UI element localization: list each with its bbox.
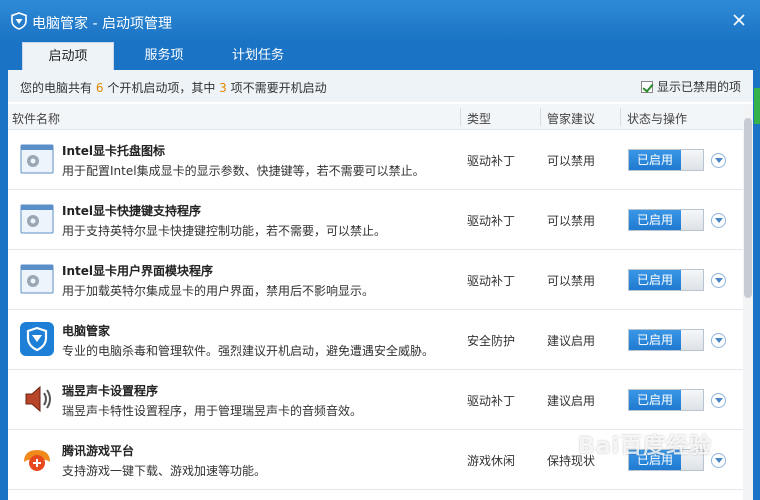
column-advice: 管家建议 [547,112,596,126]
item-name: 电脑管家 [62,324,111,338]
window-title: 电脑管家 - 启动项管理 [32,16,172,32]
app-window: 电脑管家 - 启动项管理 启动项 服务项 计划任务 您的电脑共有 6 个开机启动… [0,0,760,500]
status-label: 已启用 [629,150,681,170]
status-toggle[interactable]: 已启用 [628,329,704,351]
window-edge [753,70,760,500]
list-item[interactable]: Intel显卡用户界面模块程序 用于加载英特尔集成显卡的用户界面，禁用后不影响显… [8,250,743,310]
item-type: 驱动补丁 [467,154,516,168]
vertical-scrollbar[interactable] [743,104,753,500]
item-description: 用于支持英特尔显卡快捷键控制功能，若不需要，可以禁止。 [62,224,387,238]
game-platform-icon [24,450,50,471]
column-divider [540,108,541,126]
chevron-down-icon[interactable] [711,273,726,288]
status-label: 已启用 [629,270,681,290]
tab-services[interactable]: 服务项 [118,42,210,70]
summary-text: 您的电脑共有 6 个开机启动项，其中 3 项不需要开机启动 [20,79,327,96]
item-type: 安全防护 [467,334,516,348]
item-advice: 建议启用 [547,394,596,408]
column-divider [620,108,621,126]
item-name: 腾讯游戏平台 [62,444,135,458]
chevron-down-icon[interactable] [711,213,726,228]
shield-logo-icon [20,322,54,356]
status-toggle[interactable]: 已启用 [628,149,704,171]
status-label: 已启用 [629,330,681,350]
status-toggle[interactable]: 已启用 [628,209,704,231]
tab-bar: 启动项 服务项 计划任务 [0,42,760,70]
column-status: 状态与操作 [627,112,688,126]
chevron-down-icon[interactable] [711,333,726,348]
status-label: 已启用 [629,390,681,410]
list-item[interactable]: 瑞昱声卡设置程序 瑞昱声卡特性设置程序，用于管理瑞昱声卡的音频音效。 驱动补丁 … [8,370,743,430]
list-item[interactable]: Intel显卡托盘图标 用于配置Intel集成显卡的显示参数、快捷键等，若不需要… [8,130,743,190]
item-name: Intel显卡用户界面模块程序 [62,264,213,278]
watermark-url: jingyan.baidu.com [600,470,693,481]
summary-mid: 个开机启动项，其中 [107,81,216,95]
status-toggle[interactable]: 已启用 [628,269,704,291]
title-bar: 电脑管家 - 启动项管理 [0,0,760,42]
list-item[interactable]: Intel显卡快捷键支持程序 用于支持英特尔显卡快捷键控制功能，若不需要，可以禁… [8,190,743,250]
item-type: 驱动补丁 [467,394,516,408]
column-name: 软件名称 [12,112,61,126]
watermark: Bai百度经验 [578,434,713,459]
item-name: Intel显卡托盘图标 [62,144,165,158]
show-disabled-checkbox[interactable] [640,80,653,93]
column-divider [460,108,461,126]
item-type: 游戏休闲 [467,454,516,468]
chevron-down-icon[interactable] [711,453,726,468]
column-type: 类型 [467,112,492,126]
item-type: 驱动补丁 [467,214,516,228]
settings-window-icon [20,144,54,174]
item-description: 用于加载英特尔集成显卡的用户界面，禁用后不影响显示。 [62,284,375,298]
summary-suffix: 项不需要开机启动 [230,81,327,95]
item-description: 用于配置Intel集成显卡的显示参数、快捷键等，若不需要可以禁止。 [62,164,425,178]
summary-bar: 您的电脑共有 6 个开机启动项，其中 3 项不需要开机启动 显示已禁用的项 [8,70,753,102]
settings-window-icon [20,204,54,234]
item-description: 支持游戏一键下载、游戏加速等功能。 [62,464,267,478]
close-icon[interactable] [730,11,748,29]
table-header: 软件名称 类型 管家建议 状态与操作 [8,104,743,130]
scrollbar-thumb[interactable] [744,118,752,298]
item-advice: 建议启用 [547,334,596,348]
item-type: 驱动补丁 [467,274,516,288]
settings-window-icon [20,264,54,294]
item-advice: 可以禁用 [547,214,596,228]
item-advice: 可以禁用 [547,154,596,168]
item-description: 专业的电脑杀毒和管理软件。强烈建议开机启动，避免遭遇安全威胁。 [62,344,435,358]
item-name: Intel显卡快捷键支持程序 [62,204,201,218]
speaker-icon [25,385,51,413]
status-toggle[interactable]: 已启用 [628,389,704,411]
shield-logo-icon [11,12,27,30]
item-advice: 可以禁用 [547,274,596,288]
tab-scheduled-tasks[interactable]: 计划任务 [212,42,304,70]
unneeded-count: 3 [219,81,227,95]
show-disabled-label: 显示已禁用的项 [656,80,741,94]
show-disabled-toggle[interactable]: 显示已禁用的项 [640,78,741,95]
item-description: 瑞昱声卡特性设置程序，用于管理瑞昱声卡的音频音效。 [62,404,363,418]
list-item[interactable]: 电脑管家 专业的电脑杀毒和管理软件。强烈建议开机启动，避免遭遇安全威胁。 安全防… [8,310,743,370]
background-app-strip [754,88,760,124]
chevron-down-icon[interactable] [711,153,726,168]
item-name: 瑞昱声卡设置程序 [62,384,159,398]
tab-startup[interactable]: 启动项 [22,42,114,70]
total-count: 6 [95,81,104,95]
chevron-down-icon[interactable] [711,393,726,408]
status-label: 已启用 [629,210,681,230]
summary-prefix: 您的电脑共有 [20,81,93,95]
